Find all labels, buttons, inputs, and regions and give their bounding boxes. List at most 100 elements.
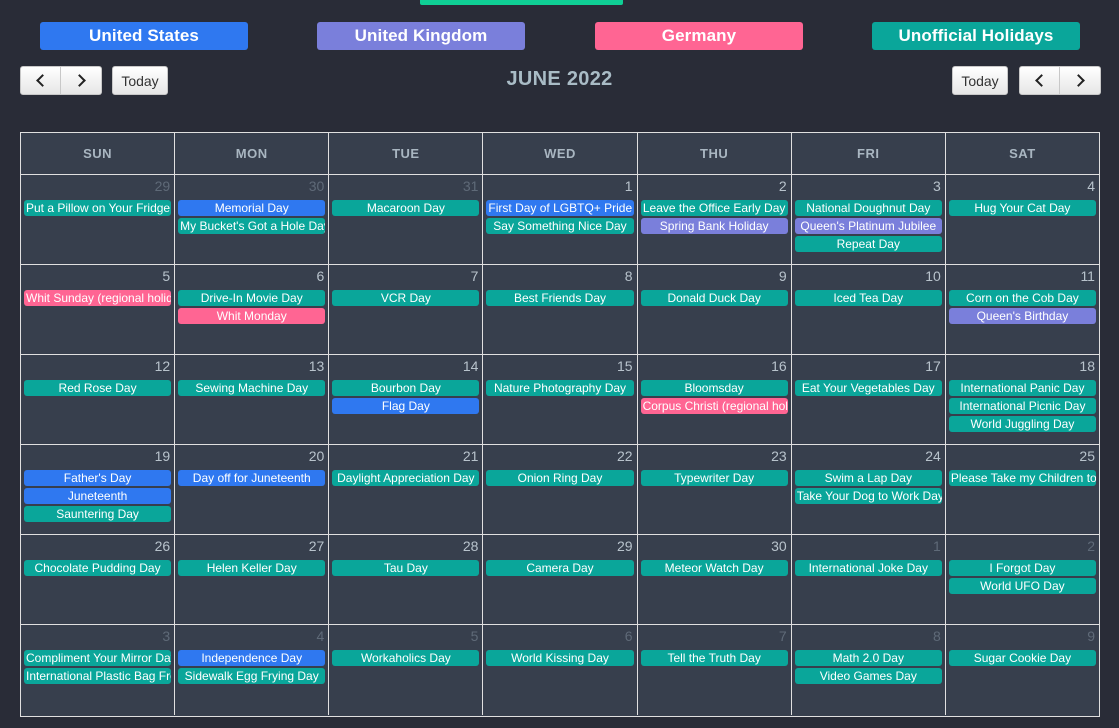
event-de[interactable]: Corpus Christi (regional holiday) bbox=[640, 398, 788, 414]
event-un[interactable]: Iced Tea Day bbox=[794, 290, 942, 306]
day-cell[interactable]: 4 Hug Your Cat Day bbox=[946, 175, 1099, 264]
event-un[interactable]: World UFO Day bbox=[948, 578, 1096, 594]
event-un[interactable]: Take Your Dog to Work Day bbox=[794, 488, 942, 504]
day-cell[interactable]: 9 Donald Duck Day bbox=[638, 265, 792, 354]
day-number[interactable]: 27 bbox=[177, 538, 326, 559]
event-un[interactable]: Sauntering Day bbox=[24, 506, 172, 522]
event-un[interactable]: Chocolate Pudding Day bbox=[24, 560, 172, 576]
day-cell[interactable]: 24 Swim a Lap Day Take Your Dog to Work Da… bbox=[792, 445, 946, 534]
day-cell[interactable]: 11 Corn on the Cob Day Queen's Birthday bbox=[946, 265, 1099, 354]
day-cell[interactable]: 4 Independence Day Sidewalk Egg Frying Day bbox=[175, 625, 330, 715]
prev-month-button-right[interactable] bbox=[1019, 66, 1060, 95]
today-button-right[interactable]: Today bbox=[952, 66, 1008, 95]
event-uk[interactable]: Queen's Birthday bbox=[948, 308, 1096, 324]
day-cell[interactable]: 8 Math 2.0 Day Video Games Day bbox=[792, 625, 946, 715]
day-cell[interactable]: 13 Sewing Machine Day bbox=[175, 355, 330, 444]
event-us[interactable]: Father's Day bbox=[24, 470, 172, 486]
day-number[interactable]: 6 bbox=[177, 268, 326, 289]
day-cell[interactable]: 6 Drive-In Movie Day Whit Monday bbox=[175, 265, 330, 354]
day-cell[interactable]: 22 Onion Ring Day bbox=[483, 445, 638, 534]
event-us[interactable]: Memorial Day bbox=[178, 200, 326, 216]
event-un[interactable]: Nature Photography Day bbox=[486, 380, 634, 396]
day-number[interactable]: 23 bbox=[640, 448, 789, 469]
event-un[interactable]: Say Something Nice Day bbox=[486, 218, 634, 234]
day-cell[interactable]: 29Put a Pillow on Your Fridge Day bbox=[21, 175, 176, 264]
event-un[interactable]: Math 2.0 Day bbox=[794, 650, 942, 666]
event-de[interactable]: Whit Monday bbox=[178, 308, 326, 324]
legend-unofficial-holidays[interactable]: Unofficial Holidays bbox=[872, 22, 1080, 50]
day-cell[interactable]: 2 Leave the Office Early Day Spring Bank H… bbox=[638, 175, 792, 264]
day-cell[interactable]: 5Whit Sunday (regional holiday) bbox=[21, 265, 176, 354]
day-cell[interactable]: 1 International Joke Day bbox=[792, 535, 946, 624]
day-cell[interactable]: 15 Nature Photography Day bbox=[483, 355, 638, 444]
day-number[interactable]: 14 bbox=[331, 358, 480, 379]
day-cell[interactable]: 5 Workaholics Day bbox=[329, 625, 484, 715]
legend-germany[interactable]: Germany bbox=[595, 22, 803, 50]
day-cell[interactable]: 16Bloomsday Corpus Christi (regional holi… bbox=[638, 355, 792, 444]
next-month-button-right[interactable] bbox=[1060, 66, 1101, 95]
day-number[interactable]: 20 bbox=[177, 448, 326, 469]
day-number[interactable]: 24 bbox=[794, 448, 943, 469]
event-un[interactable]: Best Friends Day bbox=[486, 290, 634, 306]
day-cell[interactable]: 7 Tell the Truth Day bbox=[638, 625, 792, 715]
day-number[interactable]: 29 bbox=[485, 538, 634, 559]
day-number[interactable]: 25 bbox=[948, 448, 1097, 469]
day-cell[interactable]: 25Please Take my Children to Work Day bbox=[946, 445, 1099, 534]
event-un[interactable]: I Forgot Day bbox=[948, 560, 1096, 576]
event-us[interactable]: Day off for Juneteenth bbox=[178, 470, 326, 486]
day-cell[interactable]: 31 Macaroon Day bbox=[329, 175, 484, 264]
event-un[interactable]: Onion Ring Day bbox=[486, 470, 634, 486]
day-number[interactable]: 9 bbox=[640, 268, 789, 289]
day-number[interactable]: 1 bbox=[485, 178, 634, 199]
event-un[interactable]: Meteor Watch Day bbox=[640, 560, 788, 576]
event-un[interactable]: International Plastic Bag Free Day bbox=[24, 668, 172, 684]
day-number[interactable]: 18 bbox=[948, 358, 1097, 379]
event-un[interactable]: International Joke Day bbox=[794, 560, 942, 576]
event-un[interactable]: Bloomsday bbox=[640, 380, 788, 396]
day-cell[interactable]: 1First Day of LGBTQ+ Pride Month Say Some… bbox=[483, 175, 638, 264]
legend-united-kingdom[interactable]: United Kingdom bbox=[317, 22, 525, 50]
day-number[interactable]: 5 bbox=[23, 268, 172, 289]
day-number[interactable]: 21 bbox=[331, 448, 480, 469]
event-uk[interactable]: Spring Bank Holiday bbox=[640, 218, 788, 234]
day-number[interactable]: 7 bbox=[640, 628, 789, 649]
day-cell[interactable]: 3 Compliment Your Mirror Day International… bbox=[21, 625, 176, 715]
day-cell[interactable]: 6 World Kissing Day bbox=[483, 625, 638, 715]
event-de[interactable]: Whit Sunday (regional holiday) bbox=[24, 290, 172, 306]
day-number[interactable]: 19 bbox=[23, 448, 172, 469]
day-cell[interactable]: 29 Camera Day bbox=[483, 535, 638, 624]
day-number[interactable]: 15 bbox=[485, 358, 634, 379]
day-cell[interactable]: 18 International Panic Day International P… bbox=[946, 355, 1099, 444]
day-cell[interactable]: 30 Memorial Day My Bucket's Got a Hole Day bbox=[175, 175, 330, 264]
event-un[interactable]: Sewing Machine Day bbox=[178, 380, 326, 396]
day-cell[interactable]: 19 Father's Day Juneteenth Sauntering Day bbox=[21, 445, 176, 534]
event-un[interactable]: Sidewalk Egg Frying Day bbox=[178, 668, 326, 684]
day-number[interactable]: 16 bbox=[640, 358, 789, 379]
day-number[interactable]: 22 bbox=[485, 448, 634, 469]
day-number[interactable]: 8 bbox=[794, 628, 943, 649]
event-un[interactable]: Repeat Day bbox=[794, 236, 942, 252]
event-un[interactable]: Sugar Cookie Day bbox=[948, 650, 1096, 666]
event-un[interactable]: International Picnic Day bbox=[948, 398, 1096, 414]
day-number[interactable]: 2 bbox=[640, 178, 789, 199]
day-cell[interactable]: 28 Tau Day bbox=[329, 535, 484, 624]
event-un[interactable]: Daylight Appreciation Day bbox=[332, 470, 480, 486]
day-number[interactable]: 11 bbox=[948, 268, 1097, 289]
event-un[interactable]: International Panic Day bbox=[948, 380, 1096, 396]
event-un[interactable]: Typewriter Day bbox=[640, 470, 788, 486]
day-number[interactable]: 30 bbox=[640, 538, 789, 559]
event-us[interactable]: First Day of LGBTQ+ Pride Month bbox=[486, 200, 634, 216]
day-cell[interactable]: 23 Typewriter Day bbox=[638, 445, 792, 534]
day-cell[interactable]: 2I Forgot Day World UFO Day bbox=[946, 535, 1099, 624]
day-cell[interactable]: 7 VCR Day bbox=[329, 265, 484, 354]
day-cell[interactable]: 12 Red Rose Day bbox=[21, 355, 176, 444]
day-cell[interactable]: 10 Iced Tea Day bbox=[792, 265, 946, 354]
event-us[interactable]: Juneteenth bbox=[24, 488, 172, 504]
day-number[interactable]: 10 bbox=[794, 268, 943, 289]
day-number[interactable]: 29 bbox=[23, 178, 172, 199]
event-un[interactable]: Tell the Truth Day bbox=[640, 650, 788, 666]
day-cell[interactable]: 27 Helen Keller Day bbox=[175, 535, 330, 624]
event-us[interactable]: Independence Day bbox=[178, 650, 326, 666]
day-number[interactable]: 13 bbox=[177, 358, 326, 379]
event-uk[interactable]: Queen's Platinum Jubilee bbox=[794, 218, 942, 234]
